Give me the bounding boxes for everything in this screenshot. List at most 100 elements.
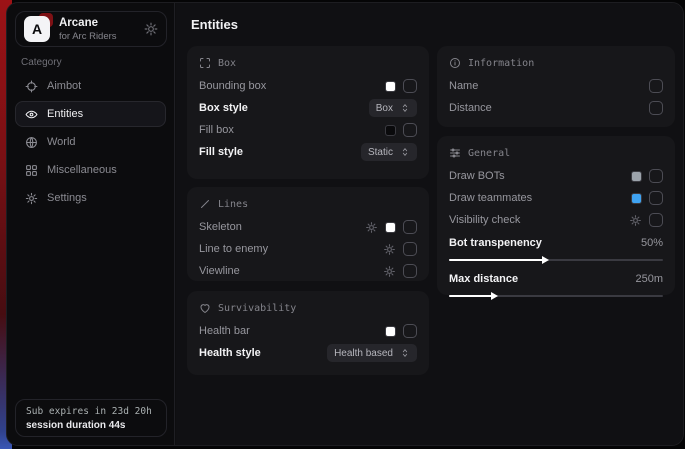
panel-general: General Draw BOTs Draw teammates Visibil… <box>437 136 675 295</box>
row-bounding-box: Bounding box <box>199 75 417 97</box>
name-checkbox[interactable] <box>649 79 663 93</box>
sidebar-item-settings[interactable]: Settings <box>15 185 166 211</box>
row-fill-box: Fill box <box>199 119 417 141</box>
slider-label: Bot transpenency <box>449 237 542 249</box>
sliders-icon <box>449 147 461 159</box>
color-swatch[interactable] <box>385 81 396 92</box>
row-line-to-enemy: Line to enemy <box>199 238 417 260</box>
row-label: Name <box>449 80 649 92</box>
max-distance-group: Max distance 250m <box>449 270 663 297</box>
grid-icon <box>25 164 38 177</box>
sidebar-item-entities[interactable]: Entities <box>15 101 166 127</box>
bot-transparency-slider[interactable] <box>449 259 663 261</box>
row-label: Bounding box <box>199 80 385 92</box>
row-draw-bots: Draw BOTs <box>449 165 663 187</box>
slider-thumb[interactable] <box>542 256 549 264</box>
color-swatch[interactable] <box>631 171 642 182</box>
panel-survivability: Survivability Health bar Health style He… <box>187 291 429 375</box>
panel-survivability-title: Survivability <box>199 300 417 316</box>
brand-card: A Arcane for Arc Riders <box>15 11 167 47</box>
sidebar-item-label: World <box>47 136 76 148</box>
chevron-up-down-icon <box>400 147 410 157</box>
color-swatch[interactable] <box>385 222 396 233</box>
info-icon <box>449 57 461 69</box>
sidebar-item-label: Miscellaneous <box>47 164 117 176</box>
row-health-style: Health style Health based <box>199 342 417 364</box>
max-distance-slider[interactable] <box>449 295 663 297</box>
app-window: A Arcane for Arc Riders Category Aimbot <box>6 2 684 446</box>
panel-box-title: Box <box>199 55 417 71</box>
distance-checkbox[interactable] <box>649 101 663 115</box>
draw-teammates-checkbox[interactable] <box>649 191 663 205</box>
row-visibility-check: Visibility check <box>449 209 663 231</box>
page-title: Entities <box>191 17 238 32</box>
app-subtitle: for Arc Riders <box>59 31 144 42</box>
sidebar-item-label: Settings <box>47 192 87 204</box>
bot-transparency-group: Bot transpenency 50% <box>449 234 663 261</box>
row-label: Viewline <box>199 265 383 277</box>
globe-icon <box>25 136 38 149</box>
brand-text: Arcane for Arc Riders <box>59 17 144 42</box>
bounding-box-checkbox[interactable] <box>403 79 417 93</box>
row-label: Fill style <box>199 146 361 158</box>
gear-icon[interactable] <box>383 265 396 278</box>
fill-style-dropdown[interactable]: Static <box>361 143 417 161</box>
box-brackets-icon <box>199 57 211 69</box>
subscription-card: Sub expires in 23d 20h session duration … <box>15 399 167 437</box>
gear-icon[interactable] <box>144 22 158 36</box>
row-label: Draw BOTs <box>449 170 631 182</box>
row-label: Draw teammates <box>449 192 631 204</box>
viewline-checkbox[interactable] <box>403 264 417 278</box>
health-bar-checkbox[interactable] <box>403 324 417 338</box>
row-label: Line to enemy <box>199 243 383 255</box>
logo-letter: A <box>24 16 50 42</box>
entities-eye-icon <box>25 108 38 121</box>
box-style-dropdown[interactable]: Box <box>369 99 417 117</box>
sidebar-item-miscellaneous[interactable]: Miscellaneous <box>15 157 166 183</box>
row-fill-style: Fill style Static <box>199 141 417 163</box>
sidebar-item-aimbot[interactable]: Aimbot <box>15 73 166 99</box>
panel-lines-title: Lines <box>199 196 417 212</box>
sidebar-item-label: Entities <box>47 108 83 120</box>
diagonal-line-icon <box>199 198 211 210</box>
subscription-expiry: Sub expires in 23d 20h <box>26 406 156 417</box>
color-swatch[interactable] <box>631 193 642 204</box>
panel-information-title: Information <box>449 55 663 71</box>
session-duration: session duration 44s <box>26 420 156 431</box>
slider-value: 250m <box>635 273 663 285</box>
gear-icon[interactable] <box>629 214 642 227</box>
crosshair-icon <box>25 80 38 93</box>
category-label: Category <box>21 57 62 68</box>
row-distance: Distance <box>449 97 663 119</box>
line-to-enemy-checkbox[interactable] <box>403 242 417 256</box>
row-box-style: Box style Box <box>199 97 417 119</box>
chevron-up-down-icon <box>400 348 410 358</box>
skeleton-checkbox[interactable] <box>403 220 417 234</box>
row-label: Visibility check <box>449 214 629 226</box>
panel-general-title: General <box>449 145 663 161</box>
fill-box-checkbox[interactable] <box>403 123 417 137</box>
health-style-dropdown[interactable]: Health based <box>327 344 417 362</box>
panel-lines: Lines Skeleton Line to enemy <box>187 187 429 281</box>
row-label: Fill box <box>199 124 385 136</box>
row-label: Distance <box>449 102 649 114</box>
draw-bots-checkbox[interactable] <box>649 169 663 183</box>
row-label: Health bar <box>199 325 385 337</box>
gear-icon <box>25 192 38 205</box>
color-swatch[interactable] <box>385 326 396 337</box>
gear-icon[interactable] <box>365 221 378 234</box>
color-swatch[interactable] <box>385 125 396 136</box>
panel-box: Box Bounding box Box style Box Fill box <box>187 46 429 179</box>
slider-thumb[interactable] <box>491 292 498 300</box>
row-skeleton: Skeleton <box>199 216 417 238</box>
slider-label: Max distance <box>449 273 518 285</box>
main-content: Entities Box Bounding box Box style Box <box>176 3 683 445</box>
sidebar-item-label: Aimbot <box>47 80 81 92</box>
row-name: Name <box>449 75 663 97</box>
row-viewline: Viewline <box>199 260 417 282</box>
sidebar: A Arcane for Arc Riders Category Aimbot <box>7 3 175 445</box>
row-label: Health style <box>199 347 327 359</box>
gear-icon[interactable] <box>383 243 396 256</box>
sidebar-item-world[interactable]: World <box>15 129 166 155</box>
visibility-check-checkbox[interactable] <box>649 213 663 227</box>
